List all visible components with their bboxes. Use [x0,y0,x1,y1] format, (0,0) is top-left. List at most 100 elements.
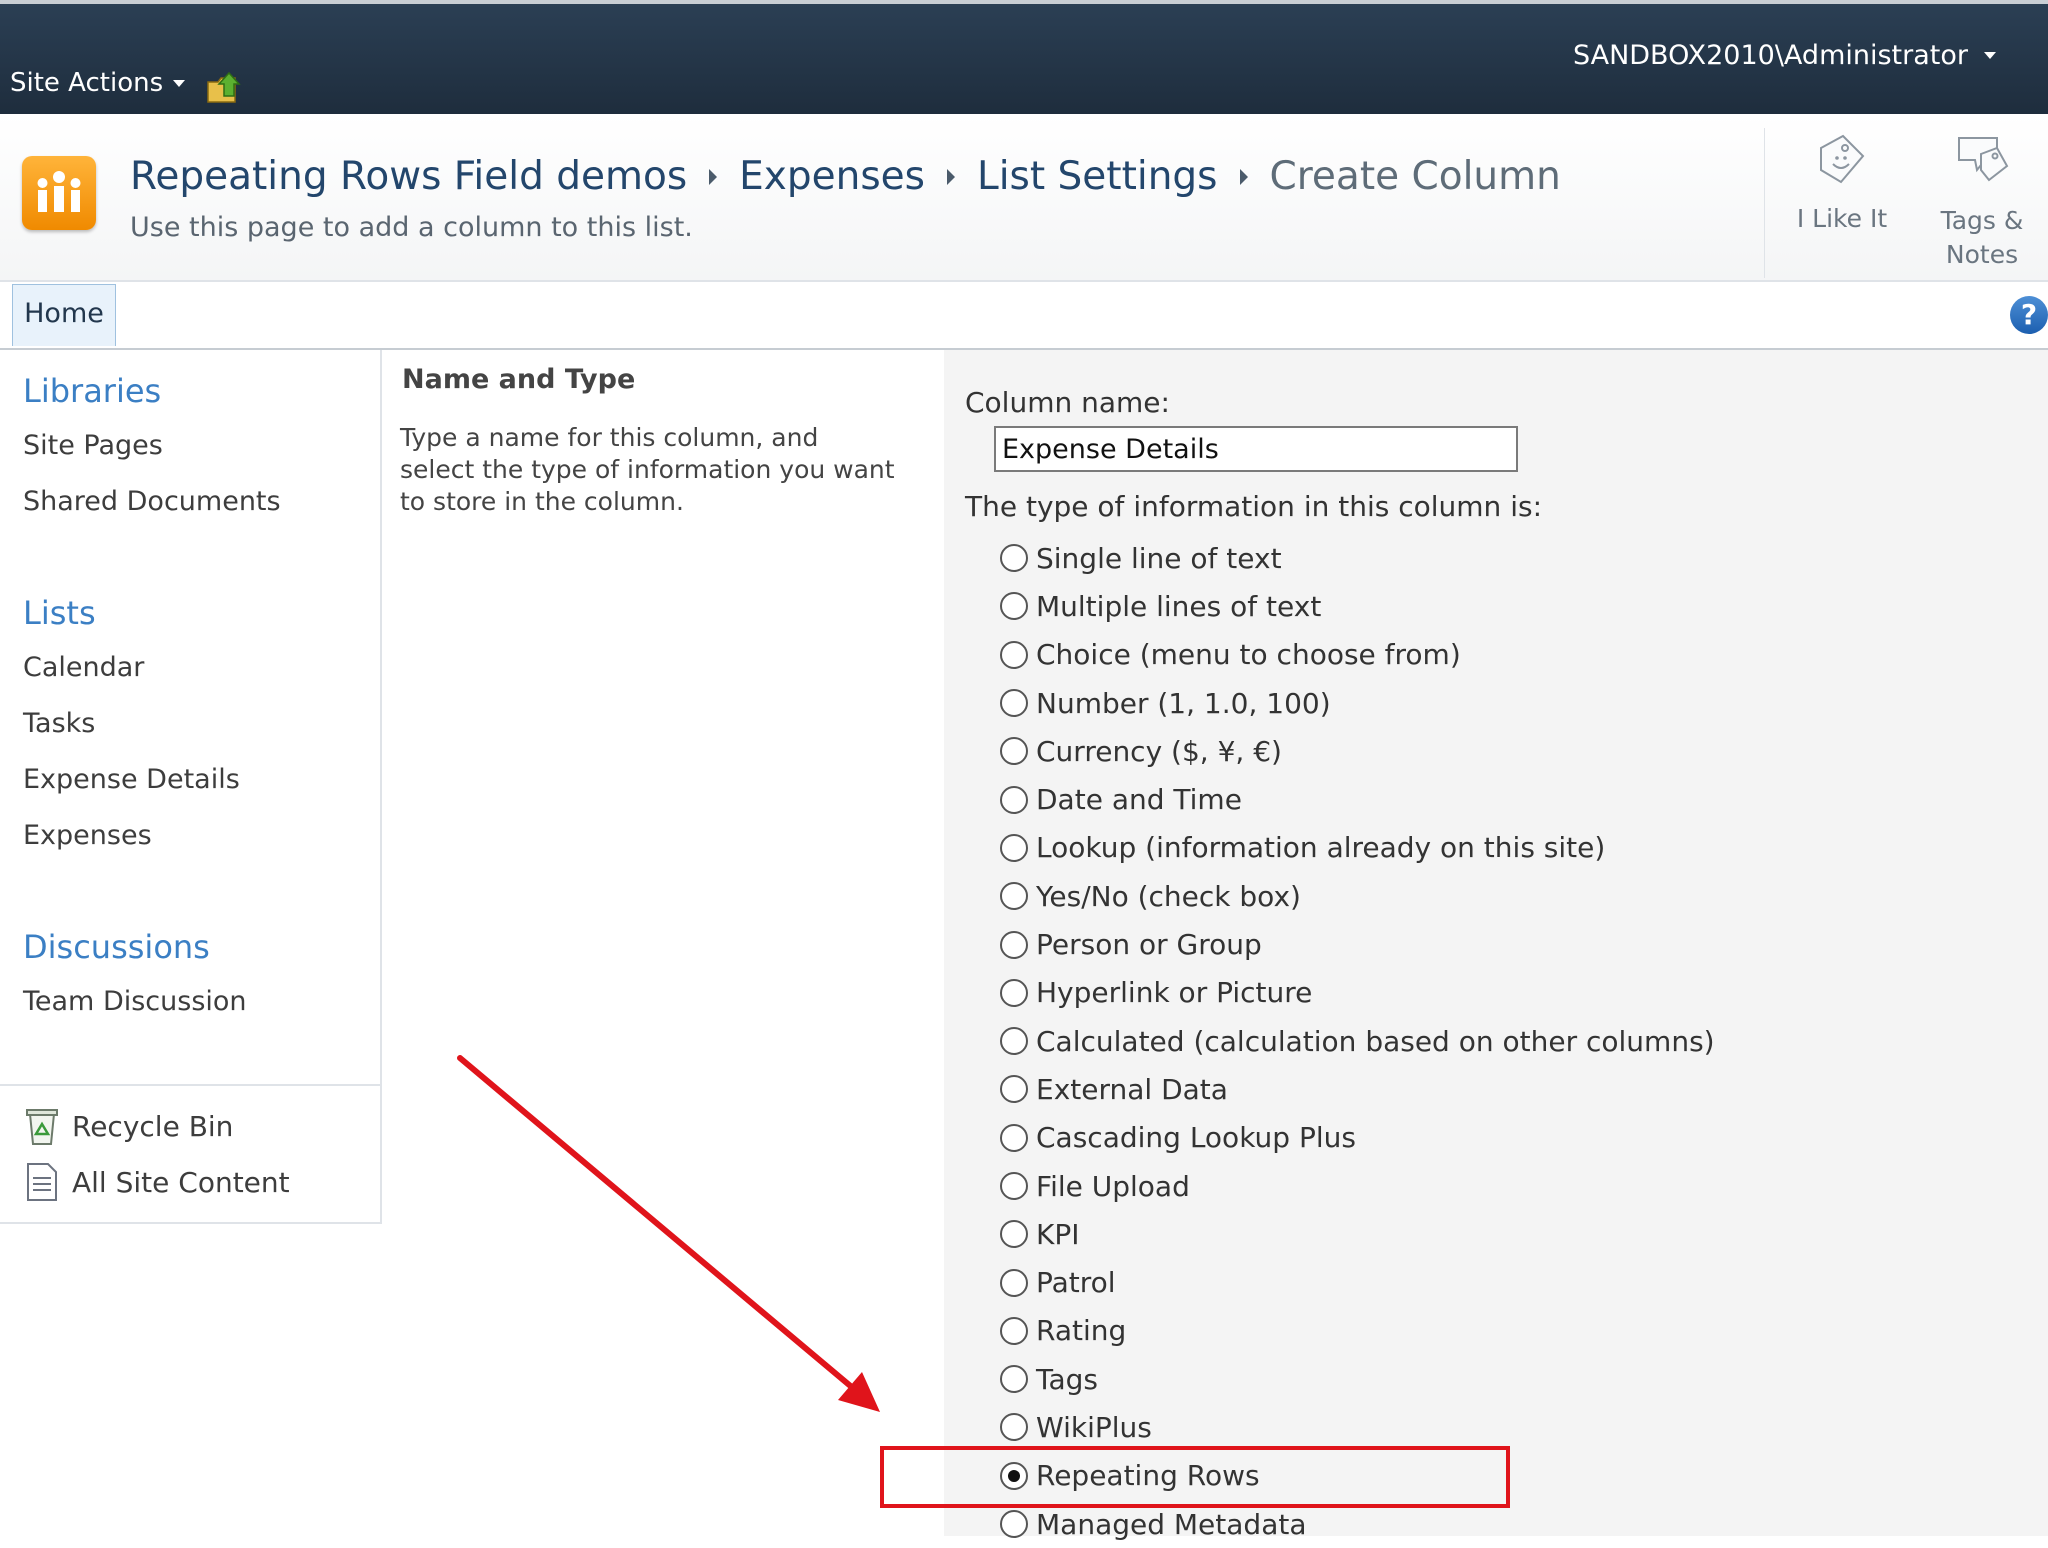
radio-button[interactable] [1000,833,1028,862]
nav-item-site-pages[interactable]: Site Pages [23,430,163,461]
divider [1764,128,1765,278]
breadcrumb-site[interactable]: Repeating Rows Field demos [130,154,687,199]
column-type-label: KPI [1036,1217,1080,1251]
breadcrumb-separator-icon [946,168,955,185]
column-type-label: Repeating Rows [1036,1459,1260,1493]
radio-button[interactable] [1000,1172,1028,1200]
page-description: Use this page to add a column to this li… [130,212,693,243]
radio-button[interactable] [1000,1075,1028,1104]
nav-item-calendar[interactable]: Calendar [23,652,144,683]
column-type-option[interactable]: KPI [1000,1210,1715,1258]
column-type-label: Cascading Lookup Plus [1036,1121,1356,1155]
column-type-option[interactable]: Single line of text [1000,534,1715,582]
radio-button[interactable] [1000,1365,1028,1394]
column-type-label: Hyperlink or Picture [1036,976,1313,1010]
ribbon-tab-row: Home ? [0,282,2048,350]
nav-item-team-discussion[interactable]: Team Discussion [23,986,247,1017]
column-type-option[interactable]: Rating [1000,1307,1715,1355]
radio-button[interactable] [1000,1316,1028,1345]
column-type-radio-group: Single line of text Multiple lines of tex… [1000,534,1715,1548]
nav-heading-lists[interactable]: Lists [23,594,96,632]
nav-item-expenses[interactable]: Expenses [23,820,152,851]
column-type-option[interactable]: Cascading Lookup Plus [1000,1114,1715,1162]
navigate-up-icon[interactable] [206,70,246,106]
site-actions-menu[interactable]: Site Actions [10,68,186,98]
breadcrumb-list[interactable]: Expenses [739,154,925,199]
column-type-label: Single line of text [1036,541,1282,575]
radio-button[interactable] [1000,785,1028,814]
section-description: Type a name for this column, and select … [400,423,895,516]
radio-button[interactable] [1000,1027,1028,1056]
radio-button[interactable] [1000,1220,1028,1249]
nav-item-shared-documents[interactable]: Shared Documents [23,486,281,517]
radio-button[interactable] [1000,1268,1028,1297]
tags-label-line-1: Tags & [1940,206,2024,235]
column-type-label: The type of information in this column i… [965,490,1543,523]
radio-button[interactable] [1000,1461,1028,1490]
column-name-input[interactable] [994,426,1518,472]
column-type-option[interactable]: Number (1, 1.0, 100) [1000,679,1715,727]
column-type-option[interactable]: External Data [1000,1065,1715,1113]
title-area: Repeating Rows Field demos Expenses List… [0,114,2048,282]
column-type-label: Person or Group [1036,928,1262,962]
column-type-option[interactable]: Person or Group [1000,920,1715,968]
tags-and-notes-button[interactable]: Tags & Notes [1918,128,2046,272]
column-type-label: Choice (menu to choose from) [1036,638,1461,672]
radio-button[interactable] [1000,1510,1028,1539]
column-type-option[interactable]: File Upload [1000,1162,1715,1210]
column-type-option[interactable]: Lookup (information already on this site… [1000,824,1715,872]
i-like-it-button[interactable]: I Like It [1782,128,1902,233]
column-type-label: Number (1, 1.0, 100) [1036,686,1331,720]
left-navigation: Libraries Site Pages Shared Documents Li… [0,350,382,1224]
tab-home[interactable]: Home [12,284,116,346]
radio-button[interactable] [1000,882,1028,911]
column-type-option[interactable]: Multiple lines of text [1000,582,1715,630]
column-type-option[interactable]: WikiPlus [1000,1403,1715,1451]
user-menu[interactable]: SANDBOX2010\Administrator [1573,40,1996,71]
radio-button[interactable] [1000,930,1028,959]
recycle-bin-icon [26,1109,58,1145]
nav-heading-discussions[interactable]: Discussions [23,928,210,966]
radio-button[interactable] [1000,1123,1028,1152]
column-type-label: Tags [1036,1362,1098,1396]
site-logo-icon[interactable] [22,156,96,230]
column-type-option[interactable]: Tags [1000,1355,1715,1403]
column-type-option[interactable]: Repeating Rows [1000,1452,1715,1500]
radio-button[interactable] [1000,737,1028,766]
column-type-option[interactable]: Date and Time [1000,775,1715,823]
all-site-content-label: All Site Content [72,1165,290,1199]
column-type-option[interactable]: Choice (menu to choose from) [1000,631,1715,679]
help-icon[interactable]: ? [2010,296,2048,334]
chevron-down-icon [173,79,186,87]
column-type-label: Currency ($, ¥, €) [1036,734,1282,768]
breadcrumb: Repeating Rows Field demos Expenses List… [130,154,1561,199]
radio-button[interactable] [1000,978,1028,1007]
column-type-option[interactable]: Managed Metadata [1000,1500,1715,1548]
column-name-label: Column name: [965,386,1170,419]
nav-heading-libraries[interactable]: Libraries [23,372,161,410]
breadcrumb-current-page: Create Column [1269,154,1561,199]
tags-notes-icon [1958,137,2009,182]
breadcrumb-list-settings[interactable]: List Settings [977,154,1218,199]
column-type-label: Rating [1036,1314,1127,1348]
column-type-label: Lookup (information already on this site… [1036,831,1606,865]
column-type-label: Multiple lines of text [1036,589,1322,623]
recycle-bin-link[interactable]: Recycle Bin [24,1106,233,1146]
column-type-option[interactable]: Patrol [1000,1258,1715,1306]
nav-item-expense-details[interactable]: Expense Details [23,764,240,795]
radio-button[interactable] [1000,544,1028,573]
column-type-option[interactable]: Currency ($, ¥, €) [1000,727,1715,775]
column-type-option[interactable]: Yes/No (check box) [1000,872,1715,920]
column-type-label: Yes/No (check box) [1036,879,1301,913]
nav-item-tasks[interactable]: Tasks [23,708,95,739]
column-type-option[interactable]: Hyperlink or Picture [1000,969,1715,1017]
radio-button[interactable] [1000,640,1028,669]
column-type-label: External Data [1036,1072,1228,1106]
radio-button[interactable] [1000,592,1028,621]
column-type-option[interactable]: Calculated (calculation based on other c… [1000,1017,1715,1065]
radio-button[interactable] [1000,1413,1028,1442]
breadcrumb-separator-icon [709,168,718,185]
all-site-content-link[interactable]: All Site Content [24,1162,290,1202]
radio-button[interactable] [1000,689,1028,718]
column-type-label: File Upload [1036,1169,1190,1203]
